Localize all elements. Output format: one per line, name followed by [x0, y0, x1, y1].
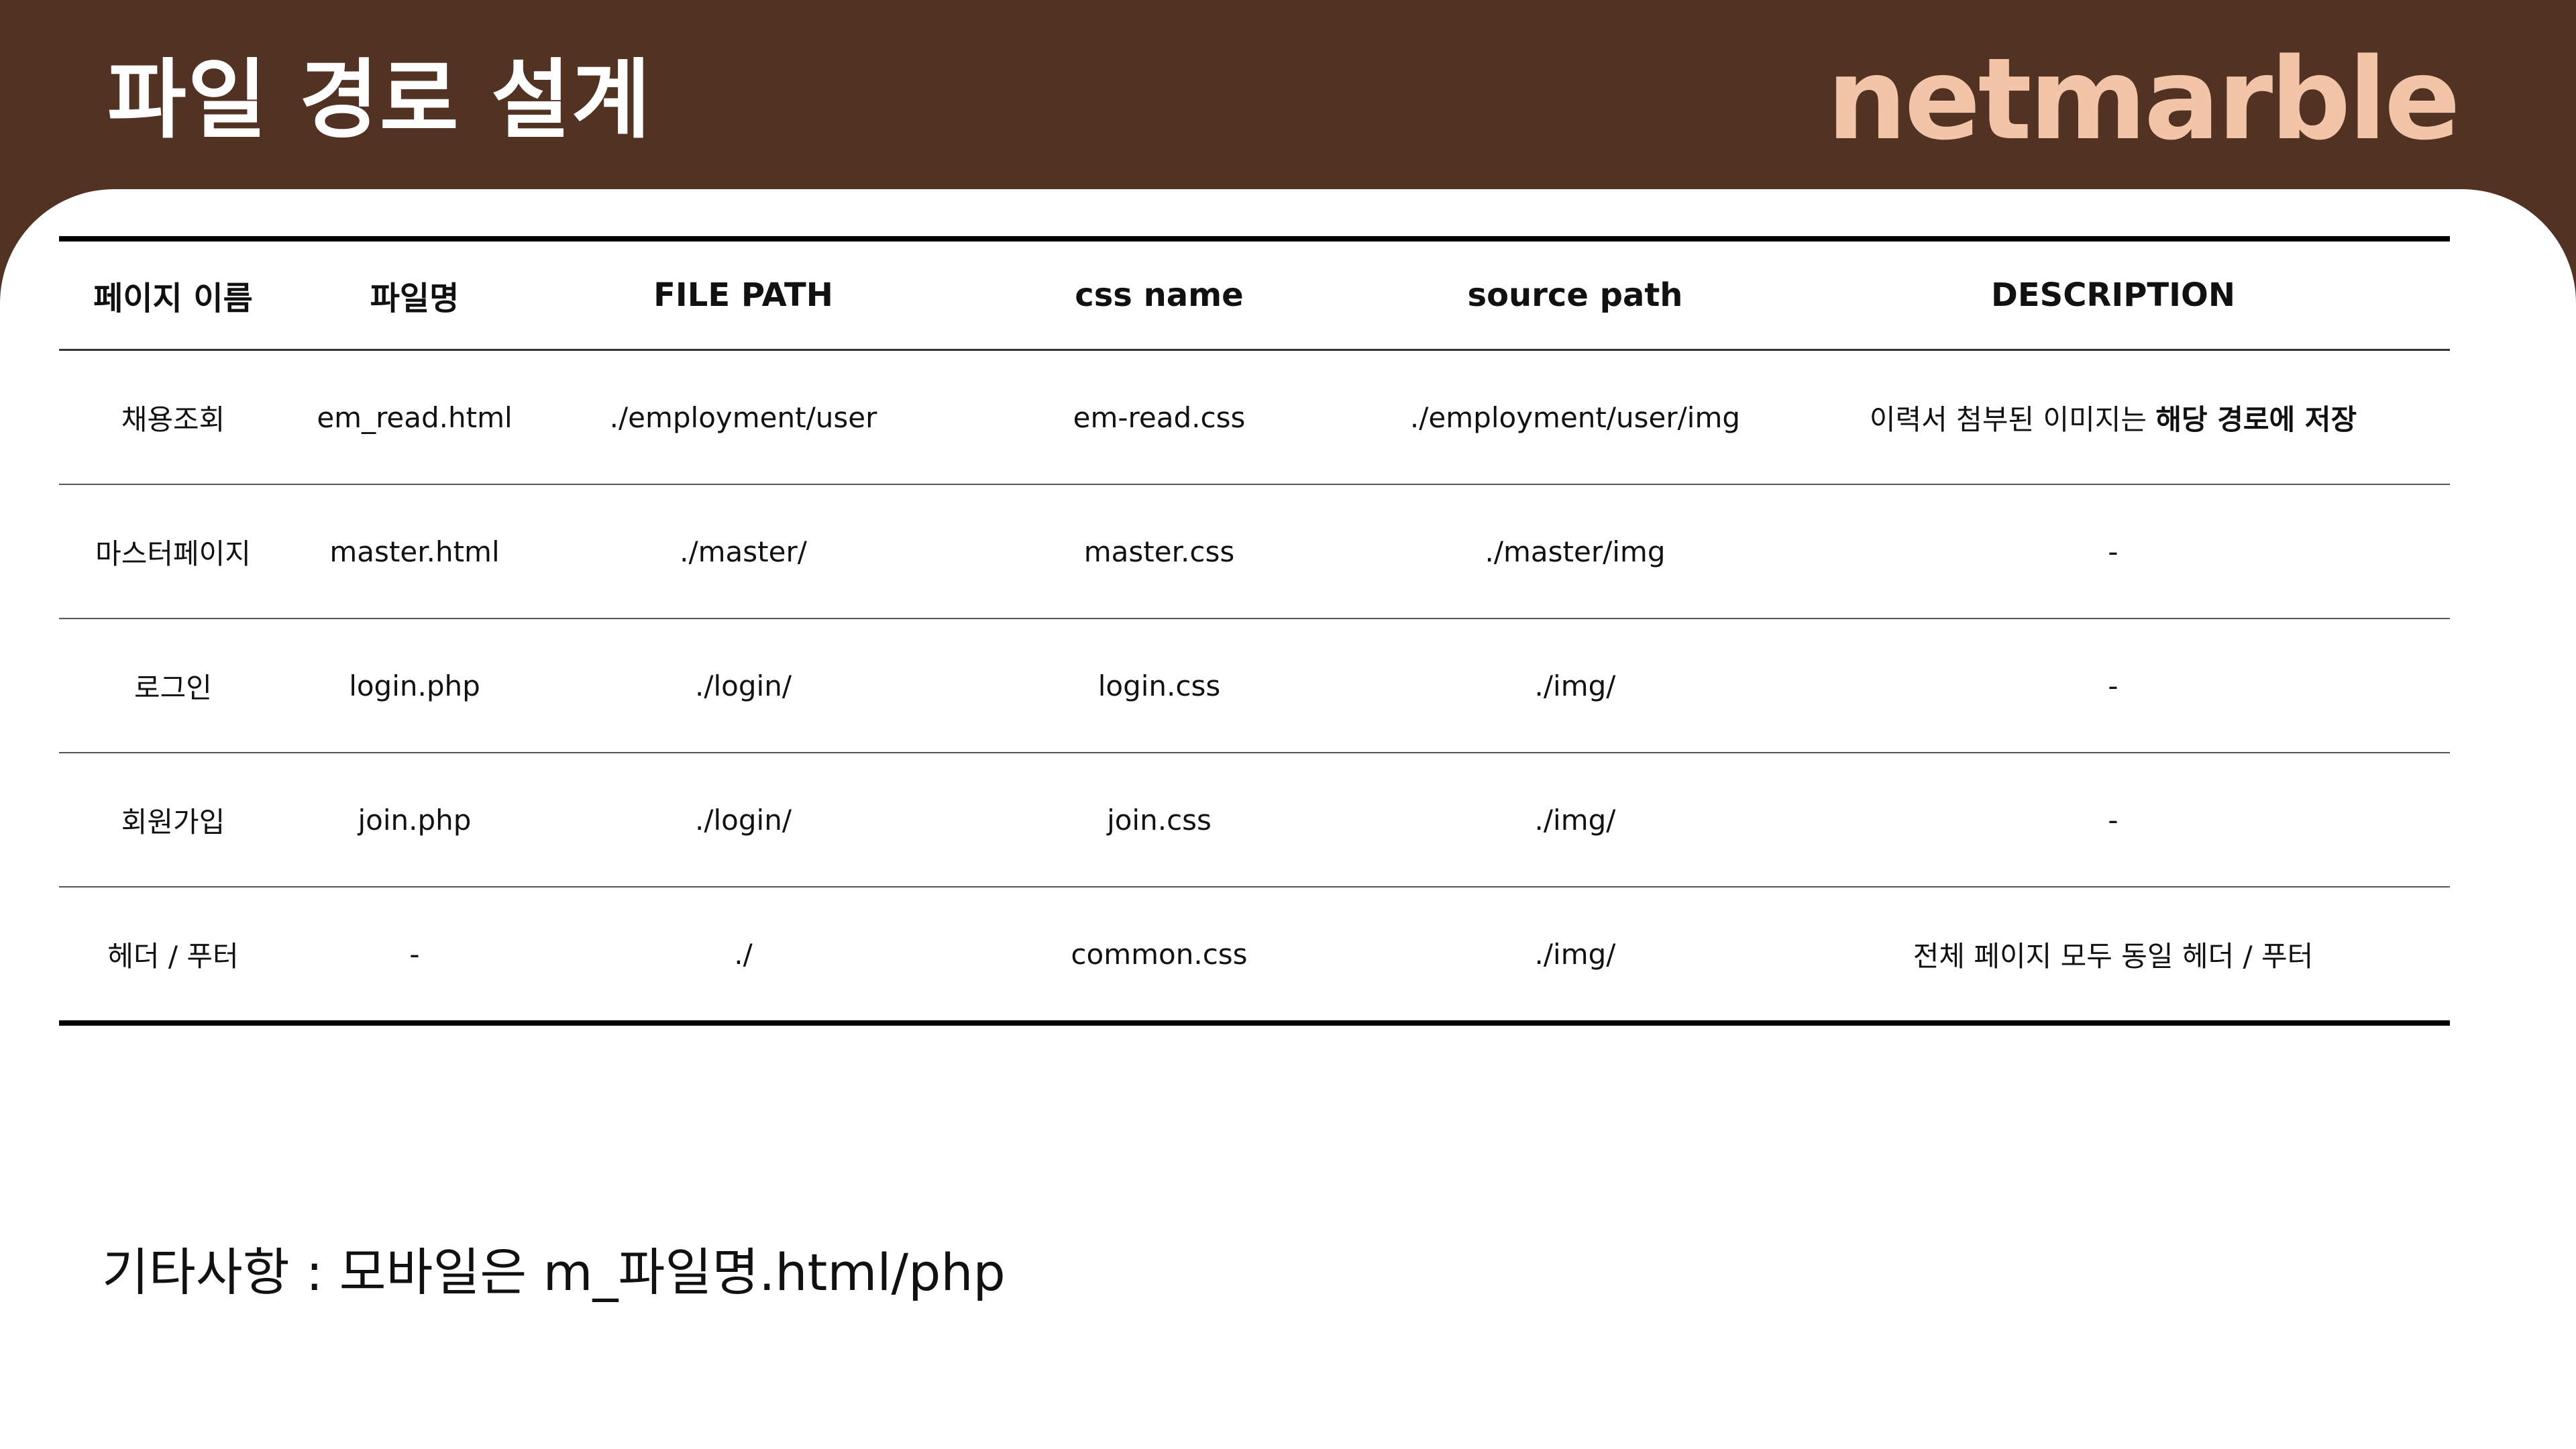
cell-description: -: [1776, 619, 2450, 753]
description-text: 이력서 첨부된 이미지는: [1869, 402, 2156, 436]
cell-page-name: 로그인: [59, 619, 287, 753]
cell-file-path: ./employment/user: [542, 350, 945, 485]
cell-file-path: ./: [734, 937, 753, 971]
cell-source-path: ./img/: [1534, 937, 1616, 971]
cell-file-path: ./master/: [542, 484, 945, 619]
column-header-page-name: 페이지 이름: [59, 239, 287, 351]
cell-file-name: login.php: [287, 619, 542, 753]
cell-page-name: 마스터페이지: [59, 484, 287, 619]
cell-file-name: em_read.html: [287, 350, 542, 485]
cell-page-name: 채용조회: [59, 350, 287, 485]
cell-source-path: ./employment/user/img: [1374, 350, 1776, 485]
description-bold-text: 해당 경로에 저장: [2155, 402, 2357, 436]
cell-page-name: 헤더 / 푸터: [107, 939, 239, 973]
cell-description: -: [1776, 753, 2450, 888]
cell-file-path: ./login/: [542, 619, 945, 753]
netmarble-logo: netmarble: [1827, 34, 2461, 165]
column-header-css-name: css name: [945, 239, 1374, 351]
header-bar: 파일 경로 설계 netmarble: [0, 0, 2576, 189]
cell-source-path: ./img/: [1374, 753, 1776, 888]
table-row: 마스터페이지 master.html ./master/ master.css …: [59, 484, 2450, 619]
table-row: 로그인 login.php ./login/ login.css ./img/ …: [59, 619, 2450, 753]
column-header-file-name: 파일명: [287, 239, 542, 351]
footnote: 기타사항 : 모바일은 m_파일명.html/php: [102, 1242, 1006, 1302]
column-header-file-path: FILE PATH: [542, 239, 945, 351]
table-row: 회원가입 join.php ./login/ join.css ./img/ -: [59, 753, 2450, 888]
cell-css-name: login.css: [945, 619, 1374, 753]
cell-description: 이력서 첨부된 이미지는 해당 경로에 저장: [1776, 350, 2450, 485]
cell-css-name: common.css: [1071, 937, 1248, 971]
cell-file-name: master.html: [287, 484, 542, 619]
cell-source-path: ./master/img: [1374, 484, 1776, 619]
cell-file-name: join.php: [287, 753, 542, 888]
cell-source-path: ./img/: [1374, 619, 1776, 753]
cell-description: 전체 페이지 모두 동일 헤더 / 푸터: [1913, 939, 2314, 973]
cell-css-name: join.css: [945, 753, 1374, 888]
cell-css-name: em-read.css: [945, 350, 1374, 485]
file-path-table: 페이지 이름 파일명 FILE PATH css name source pat…: [59, 236, 2450, 1026]
cell-css-name: master.css: [945, 484, 1374, 619]
table-row: 채용조회 em_read.html ./employment/user em-r…: [59, 350, 2450, 485]
cell-file-path: ./login/: [542, 753, 945, 888]
cell-file-name: -: [409, 937, 420, 971]
column-header-description: DESCRIPTION: [1776, 239, 2450, 351]
cell-description: -: [1776, 484, 2450, 619]
table-row: 헤더 / 푸터 - ./ common.css ./img/ 전체 페이지 모두…: [59, 887, 2450, 1023]
cell-page-name: 회원가입: [59, 753, 287, 888]
table-header-row: 페이지 이름 파일명 FILE PATH css name source pat…: [59, 239, 2450, 351]
file-path-table-container: 페이지 이름 파일명 FILE PATH css name source pat…: [59, 236, 2450, 1026]
page-title: 파일 경로 설계: [107, 50, 652, 150]
column-header-source-path: source path: [1374, 239, 1776, 351]
